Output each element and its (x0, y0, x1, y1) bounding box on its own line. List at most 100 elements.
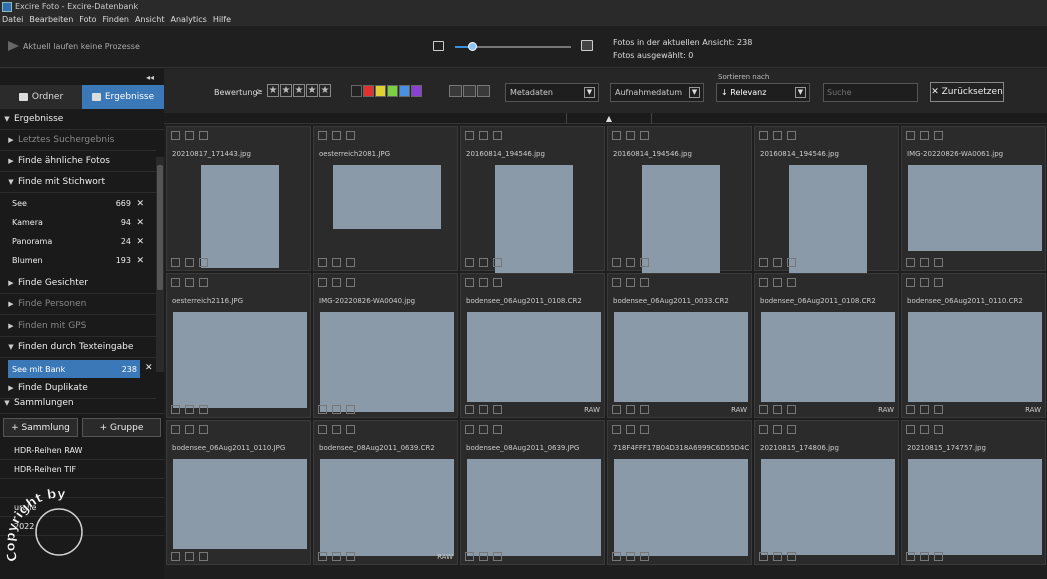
color-blue[interactable] (399, 85, 410, 97)
rating-icon[interactable] (332, 258, 341, 267)
flag-icon[interactable] (493, 552, 502, 561)
flag-icon[interactable] (493, 131, 502, 140)
rating-icon[interactable] (626, 258, 635, 267)
collection-item[interactable]: urelle (0, 498, 164, 517)
rating-icon[interactable] (920, 278, 929, 287)
color-purple[interactable] (411, 85, 422, 97)
star-icon[interactable]: ★ (280, 84, 292, 97)
rating-icon[interactable] (773, 278, 782, 287)
pin-icon[interactable] (318, 131, 327, 140)
flag-icon[interactable] (934, 278, 943, 287)
flag-icon[interactable] (493, 278, 502, 287)
flag-icon[interactable] (640, 258, 649, 267)
pin-icon[interactable] (171, 131, 180, 140)
pin-icon[interactable] (465, 405, 474, 414)
photo-image[interactable] (467, 459, 601, 556)
photo-thumbnail[interactable]: bodensee_08Aug2011_0639.CR2 RAW (313, 420, 458, 565)
pin-icon[interactable] (906, 405, 915, 414)
rating-icon[interactable] (479, 278, 488, 287)
sidebar-item-stichwort[interactable]: ▼ Finde mit Stichwort (0, 172, 156, 193)
keyword-blumen[interactable]: Blumen 193 ✕ (0, 251, 156, 270)
star-icon[interactable]: ★ (319, 84, 331, 97)
flag-icon[interactable] (493, 258, 502, 267)
chevron-up-icon[interactable]: ▲ (566, 113, 652, 124)
rating-icon[interactable] (332, 425, 341, 434)
menu-bearbeiten[interactable]: Bearbeiten (27, 15, 77, 24)
flag-icon[interactable] (787, 131, 796, 140)
pin-icon[interactable] (318, 552, 327, 561)
rating-icon[interactable] (920, 258, 929, 267)
photo-thumbnail[interactable]: 20210815_174806.jpg (754, 420, 899, 565)
rating-icon[interactable] (185, 258, 194, 267)
rating-icon[interactable] (479, 131, 488, 140)
photo-thumbnail[interactable]: 20210815_174757.jpg (901, 420, 1046, 565)
remove-keyword-icon[interactable]: ✕ (136, 256, 144, 266)
photo-thumbnail[interactable]: 20210817_171443.jpg (166, 126, 311, 271)
pin-icon[interactable] (465, 552, 474, 561)
flag-icon[interactable] (346, 131, 355, 140)
remove-keyword-icon[interactable]: ✕ (136, 237, 144, 247)
large-thumbnail-icon[interactable] (581, 40, 593, 51)
collection-item[interactable]: 2022 (0, 517, 164, 536)
photo-thumbnail[interactable]: oesterreich2116.JPG (166, 273, 311, 418)
pin-icon[interactable] (171, 425, 180, 434)
section-sammlungen[interactable]: ▼ Sammlungen (0, 393, 164, 414)
photo-image[interactable] (908, 459, 1042, 555)
flag-icon[interactable] (346, 405, 355, 414)
pin-icon[interactable] (465, 258, 474, 267)
flag-icon[interactable] (640, 405, 649, 414)
photo-image[interactable] (467, 312, 601, 402)
zoom-slider-handle[interactable] (468, 42, 478, 51)
photo-thumbnail[interactable]: oesterreich2081.JPG (313, 126, 458, 271)
pin-icon[interactable] (612, 405, 621, 414)
photo-image[interactable] (908, 312, 1042, 402)
flag-icon[interactable] (934, 131, 943, 140)
remove-keyword-icon[interactable]: ✕ (136, 218, 144, 228)
pin-icon[interactable] (171, 258, 180, 267)
tab-ordner[interactable]: Ordner (0, 85, 82, 109)
pin-icon[interactable] (759, 258, 768, 267)
no-color-icon[interactable] (351, 85, 362, 97)
photo-thumbnail[interactable]: bodensee_06Aug2011_0108.CR2 RAW (754, 273, 899, 418)
pin-icon[interactable] (465, 131, 474, 140)
keyword-panorama[interactable]: Panorama 24 ✕ (0, 232, 156, 251)
photo-image[interactable] (761, 459, 895, 555)
section-ergebnisse[interactable]: ▼ Ergebnisse (0, 109, 164, 130)
flag-icon[interactable] (934, 552, 943, 561)
photo-thumbnail[interactable]: IMG-20220826-WA0040.jpg (313, 273, 458, 418)
pin-icon[interactable] (906, 425, 915, 434)
flag-icon[interactable] (787, 405, 796, 414)
menu-analytics[interactable]: Analytics (168, 15, 210, 24)
photo-thumbnail[interactable]: 718F4FFF17B04D318A6999C6D55D4CB... (607, 420, 752, 565)
flag-icon[interactable] (346, 278, 355, 287)
flag-icon[interactable] (934, 405, 943, 414)
pin-icon[interactable] (759, 278, 768, 287)
pin-icon[interactable] (171, 552, 180, 561)
flag-icon[interactable] (493, 405, 502, 414)
pin-icon[interactable] (612, 425, 621, 434)
pin-icon[interactable] (906, 552, 915, 561)
flag-rejected-icon[interactable] (463, 85, 476, 97)
rating-icon[interactable] (626, 552, 635, 561)
flag-icon[interactable] (787, 278, 796, 287)
flag-icon[interactable] (199, 405, 208, 414)
photo-image[interactable] (761, 312, 895, 402)
flag-icon[interactable] (787, 258, 796, 267)
flag-icon[interactable] (199, 425, 208, 434)
photo-image[interactable] (173, 459, 307, 549)
rating-icon[interactable] (773, 552, 782, 561)
flag-icon[interactable] (934, 258, 943, 267)
photo-thumbnail[interactable]: 20160814_194546.jpg (754, 126, 899, 275)
rating-icon[interactable] (185, 131, 194, 140)
menu-ansicht[interactable]: Ansicht (133, 15, 169, 24)
rating-icon[interactable] (773, 258, 782, 267)
flag-icon[interactable] (640, 131, 649, 140)
rating-icon[interactable] (626, 131, 635, 140)
pin-icon[interactable] (906, 278, 915, 287)
sidebar-item-personen[interactable]: ▶ Finde Personen (0, 294, 156, 315)
photo-image[interactable] (908, 165, 1042, 251)
add-collection-button[interactable]: + Sammlung (3, 418, 78, 437)
rating-icon[interactable] (920, 405, 929, 414)
rating-icon[interactable] (773, 405, 782, 414)
sidebar-item-aehnliche-fotos[interactable]: ▶ Finde ähnliche Fotos (0, 151, 156, 172)
